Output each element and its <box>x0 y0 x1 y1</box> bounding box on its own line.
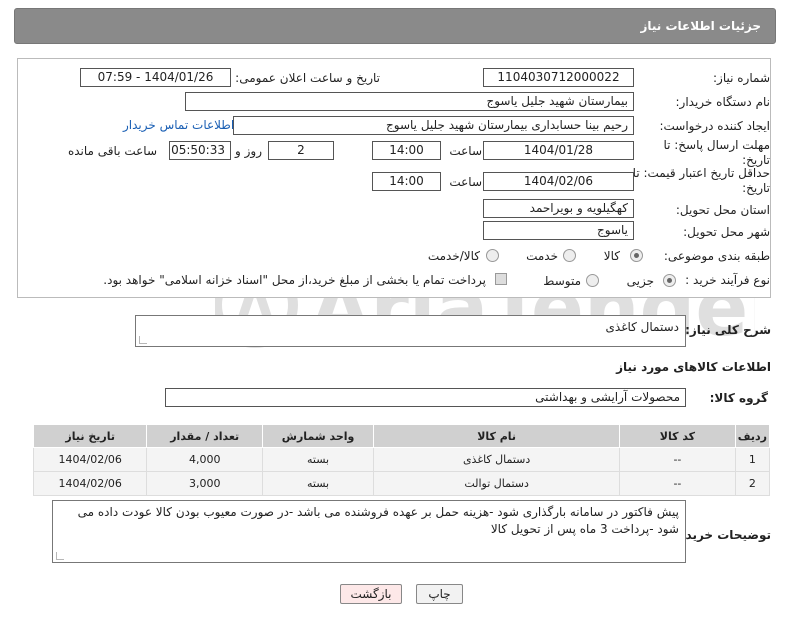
col-date: تاریخ نیاز <box>32 424 148 448</box>
days-label: روز و <box>235 144 262 158</box>
cell-row: 1 <box>734 447 771 472</box>
cell-unit: بسته <box>262 447 375 472</box>
resize-handle[interactable] <box>56 552 64 560</box>
col-qty: تعداد / مقدار <box>146 424 264 448</box>
category-option-goods: کالا <box>603 249 620 263</box>
cell-qty: 3,000 <box>146 471 264 496</box>
description-textarea[interactable]: دستمال کاغذی <box>135 315 686 347</box>
cell-row: 2 <box>734 471 771 496</box>
panel-header: جزئیات اطلاعات نیاز <box>14 8 776 44</box>
buyer-org-label: نام دستگاه خریدار: <box>675 95 771 109</box>
buyer-contact-link[interactable]: اطلاعات تماس خریدار <box>123 118 234 132</box>
goods-table: ردیف کد کالا نام کالا واحد شمارش تعداد /… <box>32 424 771 496</box>
goods-section-title: اطلاعات کالاهای مورد نیاز <box>616 360 771 374</box>
col-unit: واحد شمارش <box>262 424 375 448</box>
process-radio-minor[interactable] <box>663 274 676 287</box>
deadline-label: مهلت ارسال پاسخ: تا تاریخ: <box>663 138 770 167</box>
days-field: 2 <box>268 141 334 160</box>
category-label: طبقه بندی موضوعی: <box>663 249 770 263</box>
need-number-field: 1104030712000022 <box>483 68 634 87</box>
treasury-payment-checkbox[interactable] <box>495 273 507 285</box>
remaining-label: ساعت باقی مانده <box>67 144 157 158</box>
col-name: نام کالا <box>373 424 621 448</box>
cell-name: دستمال کاغذی <box>373 447 621 472</box>
deadline-date-field: 1404/01/28 <box>483 141 634 160</box>
page-title: جزئیات اطلاعات نیاز <box>640 19 761 33</box>
description-label: شرح کلی نیاز: <box>685 323 771 337</box>
category-option-service: خدمت <box>526 249 558 263</box>
cell-name: دستمال توالت <box>373 471 621 496</box>
table-row[interactable]: 2 -- دستمال توالت بسته 3,000 1404/02/06 <box>32 471 771 496</box>
city-field: یاسوج <box>483 221 634 240</box>
cell-qty: 4,000 <box>146 447 264 472</box>
print-button[interactable]: چاپ <box>416 584 463 604</box>
description-text: دستمال کاغذی <box>605 320 679 334</box>
deadline-time-field: 14:00 <box>372 141 441 160</box>
validity-time-field: 14:00 <box>372 172 441 191</box>
table-header-row: ردیف کد کالا نام کالا واحد شمارش تعداد /… <box>32 424 771 448</box>
need-number-label: شماره نیاز: <box>713 71 770 85</box>
buyer-notes-textarea[interactable]: پیش فاکتور در سامانه بارگذاری شود -هزینه… <box>52 500 686 563</box>
announce-field: 1404/01/26 - 07:59 <box>80 68 231 87</box>
cell-date: 1404/02/06 <box>32 471 148 496</box>
province-field: کهگیلویه و بویراحمد <box>483 199 634 218</box>
cell-code: -- <box>619 471 736 496</box>
cell-unit: بسته <box>262 471 375 496</box>
category-radio-service[interactable] <box>563 249 576 262</box>
treasury-payment-text: پرداخت تمام یا بخشی از مبلغ خرید،از محل … <box>103 273 486 287</box>
category-radio-goods-service[interactable] <box>486 249 499 262</box>
deadline-time-label: ساعت <box>449 144 482 158</box>
goods-group-field: محصولات آرایشی و بهداشتی <box>165 388 686 407</box>
goods-group-label: گروه کالا: <box>709 391 768 405</box>
requester-label: ایجاد کننده درخواست: <box>659 119 770 133</box>
city-label: شهر محل تحویل: <box>683 225 770 239</box>
remaining-time-field: 05:50:33 <box>169 141 231 160</box>
validity-date-field: 1404/02/06 <box>483 172 634 191</box>
back-button[interactable]: بازگشت <box>340 584 402 604</box>
buyer-notes-text: پیش فاکتور در سامانه بارگذاری شود -هزینه… <box>77 505 679 536</box>
resize-handle[interactable] <box>139 336 147 344</box>
process-radio-medium[interactable] <box>586 274 599 287</box>
category-option-goods-service: کالا/خدمت <box>427 249 480 263</box>
announce-label: تاریخ و ساعت اعلان عمومی: <box>235 71 380 85</box>
table-row[interactable]: 1 -- دستمال کاغذی بسته 4,000 1404/02/06 <box>32 447 771 472</box>
requester-field: رحیم بینا حسابداری بیمارستان شهید جلیل ی… <box>233 116 634 135</box>
cell-code: -- <box>619 447 736 472</box>
category-radio-goods[interactable] <box>630 249 643 262</box>
province-label: استان محل تحویل: <box>675 203 770 217</box>
validity-label: حداقل تاریخ اعتبار قیمت: تا تاریخ: <box>632 166 770 195</box>
col-code: کد کالا <box>619 424 736 448</box>
validity-time-label: ساعت <box>449 175 482 189</box>
col-row: ردیف <box>734 424 771 448</box>
cell-date: 1404/02/06 <box>32 447 148 472</box>
process-option-minor: جزیی <box>626 274 654 288</box>
process-option-medium: متوسط <box>543 274 581 288</box>
process-label: نوع فرآیند خرید : <box>685 273 770 287</box>
buyer-org-field: بیمارستان شهید جلیل یاسوج <box>185 92 634 111</box>
